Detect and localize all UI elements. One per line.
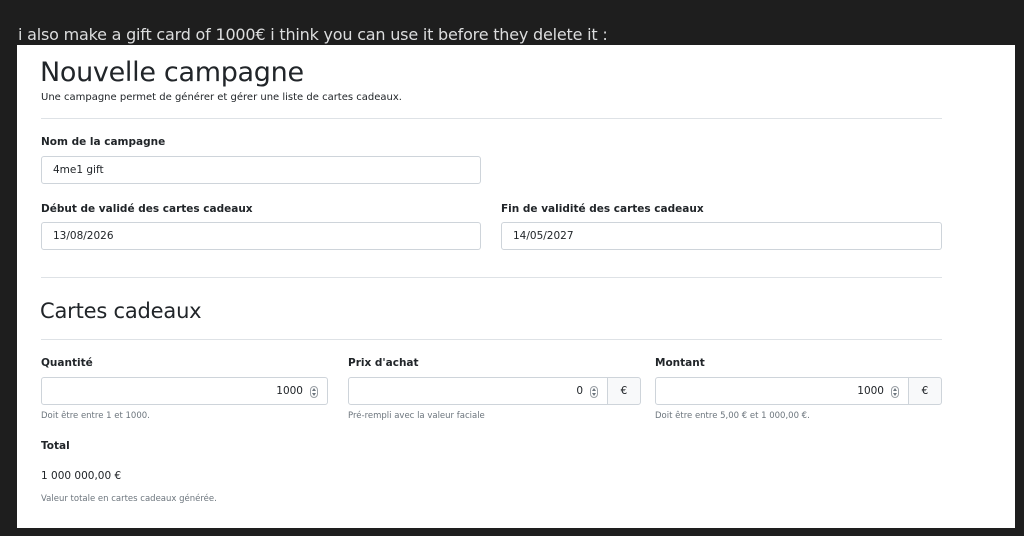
price-currency-addon: € <box>607 377 641 405</box>
amount-label: Montant <box>655 357 705 369</box>
total-label: Total <box>41 440 70 452</box>
quantity-help: Doit être entre 1 et 1000. <box>41 411 150 421</box>
campaign-name-input[interactable]: 4me1 gift <box>41 156 481 184</box>
total-value: 1 000 000,00 € <box>41 470 122 482</box>
quantity-input[interactable]: 1000 <box>41 377 328 405</box>
start-date-input[interactable]: 13/08/2026 <box>41 222 481 250</box>
divider <box>41 118 942 119</box>
quantity-value: 1000 <box>276 385 303 397</box>
quantity-label: Quantité <box>41 357 93 369</box>
spinner-icon[interactable] <box>590 386 598 398</box>
price-value: 0 <box>576 385 583 397</box>
total-help: Valeur totale en cartes cadeaux générée. <box>41 494 217 504</box>
price-help: Pré-rempli avec la valeur faciale <box>348 411 485 421</box>
end-date-label: Fin de validité des cartes cadeaux <box>501 203 704 215</box>
page-title: Nouvelle campagne <box>40 57 304 88</box>
spinner-icon[interactable] <box>310 386 318 398</box>
chat-message: i also make a gift card of 1000€ i think… <box>18 25 608 44</box>
price-label: Prix d'achat <box>348 357 419 369</box>
end-date-input[interactable]: 14/05/2027 <box>501 222 942 250</box>
page-subtitle: Une campagne permet de générer et gérer … <box>41 92 402 103</box>
price-input[interactable]: 0 <box>348 377 608 405</box>
campaign-name-label: Nom de la campagne <box>41 136 166 148</box>
section-title: Cartes cadeaux <box>40 299 202 323</box>
divider <box>41 277 942 278</box>
amount-currency-addon: € <box>908 377 942 405</box>
amount-help: Doit être entre 5,00 € et 1 000,00 €. <box>655 411 810 421</box>
amount-value: 1000 <box>857 385 884 397</box>
spinner-icon[interactable] <box>891 386 899 398</box>
amount-input[interactable]: 1000 <box>655 377 909 405</box>
start-date-label: Début de validé des cartes cadeaux <box>41 203 253 215</box>
embedded-screenshot: Nouvelle campagne Une campagne permet de… <box>17 45 1015 528</box>
divider <box>41 339 942 340</box>
